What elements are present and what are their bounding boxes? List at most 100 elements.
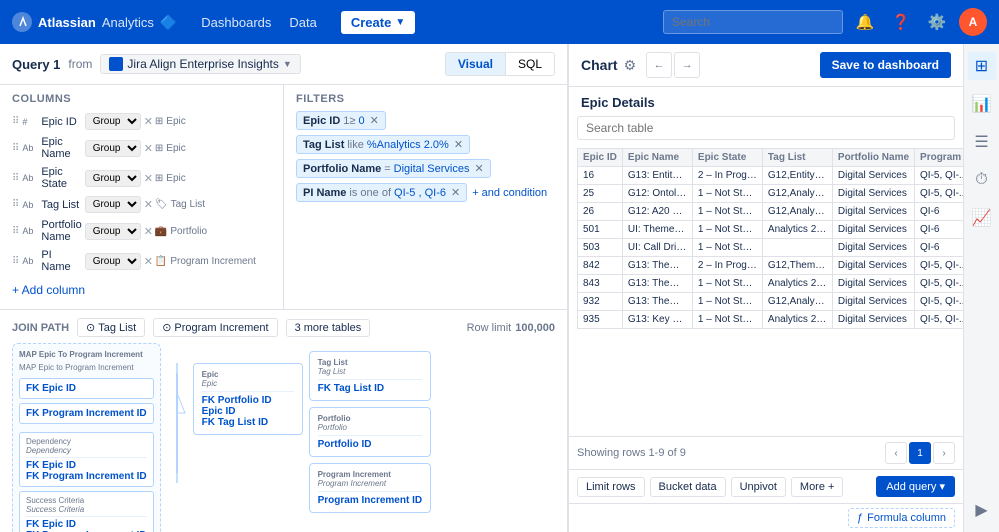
filter-op: like <box>347 139 364 151</box>
create-button[interactable]: Create ▼ <box>341 11 415 34</box>
chart-table-cell: Digital Services <box>832 311 914 329</box>
sidebar-clock-icon[interactable]: ⏱ <box>968 166 996 194</box>
drag-handle-icon[interactable]: ⠿ <box>12 143 19 154</box>
nav-right: 🔔 ❓ ⚙️ A <box>663 8 987 36</box>
chart-nav-buttons: ← → <box>646 52 700 78</box>
col-remove-epic-name[interactable]: ✕ <box>144 142 153 155</box>
chart-table-cell: Digital Services <box>832 185 914 203</box>
drag-handle-icon[interactable]: ⠿ <box>12 173 19 184</box>
chart-table-row[interactable]: 935G13: Key Driv...1 – Not StartedAnalyt… <box>578 311 964 329</box>
chart-table-cell: 932 <box>578 293 623 311</box>
col-group-select-portfolio-name[interactable]: Group <box>85 223 141 240</box>
chart-table-row[interactable]: 842G13: Themes...2 – In ProgressG12,Them… <box>578 257 964 275</box>
col-remove-pi-name[interactable]: ✕ <box>144 255 153 268</box>
filter-remove-icon[interactable]: ✕ <box>370 114 379 127</box>
drag-handle-icon[interactable]: ⠿ <box>12 199 19 210</box>
formula-column-button[interactable]: ƒ Formula column <box>848 508 955 528</box>
add-query-button[interactable]: Add query ▾ <box>876 476 955 497</box>
chart-table-cell: 16 <box>578 167 623 185</box>
chart-table-cell: 2 – In Progress <box>692 257 762 275</box>
sidebar-grid-icon[interactable]: ⊞ <box>968 52 996 80</box>
save-dashboard-button[interactable]: Save to dashboard <box>820 52 951 78</box>
chart-table-row[interactable]: 932G13: Themes...1 – Not StartedG12,Anal… <box>578 293 964 311</box>
tab-sql[interactable]: SQL <box>505 53 554 75</box>
col-remove-tag-list[interactable]: ✕ <box>144 198 153 211</box>
add-column-button[interactable]: + Add column <box>12 279 271 301</box>
filter-pill-pi-name[interactable]: PI Name is one of QI-5 , QI-6 ✕ <box>296 183 467 202</box>
next-page-button[interactable]: › <box>933 442 955 464</box>
nav-search-input[interactable] <box>663 10 843 34</box>
notification-icon[interactable]: 🔔 <box>851 8 879 36</box>
nav-data[interactable]: Data <box>281 11 324 34</box>
col-group-select-tag-list[interactable]: Group <box>85 196 141 213</box>
chart-table-cell: QI-5, QI-... <box>915 185 963 203</box>
chart-table-cell: 935 <box>578 311 623 329</box>
chart-settings-icon[interactable]: ⚙ <box>624 57 637 74</box>
chart-table-cell: UI: Call Drive... <box>622 239 692 257</box>
chart-table-cell: QI-5, QI-... <box>915 293 963 311</box>
search-table-input[interactable] <box>577 116 955 140</box>
col-remove-epic-id[interactable]: ✕ <box>144 115 153 128</box>
sidebar-bar-chart-icon[interactable]: 📊 <box>968 90 996 118</box>
filter-pill-portfolio[interactable]: Portfolio Name = Digital Services ✕ <box>296 159 491 178</box>
drag-handle-icon[interactable]: ⠿ <box>12 256 19 267</box>
nav-dashboards[interactable]: Dashboards <box>193 11 279 34</box>
chart-table-row[interactable]: 26G12: A20 Bas...1 – Not StartedG12,Anal… <box>578 203 964 221</box>
col-group-select-epic-name[interactable]: Group <box>85 140 141 157</box>
chart-table-row[interactable]: 25G12: Ontolog...1 – Not StartedG12,Anal… <box>578 185 964 203</box>
chart-table-cell: G12: A20 Bas... <box>622 203 692 221</box>
column-badge-tag-list: 🏷Tag List <box>155 194 271 215</box>
filter-remove-icon[interactable]: ✕ <box>454 138 463 151</box>
chart-table-cell <box>762 239 832 257</box>
chart-table-cell: Digital Services <box>832 221 914 239</box>
chart-table-cell: 501 <box>578 221 623 239</box>
pagination-bar: Showing rows 1-9 of 9 ‹ 1 › <box>569 436 963 469</box>
page-1-button[interactable]: 1 <box>909 442 931 464</box>
filter-field-label: PI Name <box>303 187 346 199</box>
join-badge-program-increment[interactable]: ⊙Program Increment <box>153 318 277 337</box>
filters-section: Filters Epic ID 1≥ 0 ✕ Tag List like %An… <box>284 85 567 309</box>
chart-table-row[interactable]: 843G13: Themes...1 – Not StartedAnalytic… <box>578 275 964 293</box>
user-avatar[interactable]: A <box>959 8 987 36</box>
datasource-badge[interactable]: Jira Align Enterprise Insights ▼ <box>100 54 300 74</box>
drag-handle-icon[interactable]: ⠿ <box>12 116 19 127</box>
bucket-data-button[interactable]: Bucket data <box>650 477 726 497</box>
col-group-select-epic-id[interactable]: Group <box>85 113 141 130</box>
join-badge-tag-list[interactable]: ⊙Tag List <box>77 318 145 337</box>
more-button[interactable]: More + <box>791 477 844 497</box>
filter-pill-tag-list[interactable]: Tag List like %Analytics 2.0% ✕ <box>296 135 470 154</box>
chart-table-row[interactable]: 16G13: Entity D...2 – In ProgressG12,Ent… <box>578 167 964 185</box>
help-icon[interactable]: ❓ <box>887 8 915 36</box>
row-limit-label: Row limit <box>467 322 512 334</box>
col-group-select-pi-name[interactable]: Group <box>85 253 141 270</box>
settings-icon[interactable]: ⚙️ <box>923 8 951 36</box>
filter-remove-icon[interactable]: ✕ <box>474 162 483 175</box>
filters-label: Filters <box>296 93 555 105</box>
sidebar-collapse-icon[interactable]: ▶ <box>968 496 996 524</box>
chart-forward-button[interactable]: → <box>674 52 700 78</box>
jira-icon <box>109 57 123 71</box>
filter-pill-epic-id[interactable]: Epic ID 1≥ 0 ✕ <box>296 111 386 130</box>
col-group-select-epic-state[interactable]: Group <box>85 170 141 187</box>
col-type-epic-name: Ab <box>22 143 38 153</box>
prev-page-button[interactable]: ‹ <box>885 442 907 464</box>
drag-handle-icon[interactable]: ⠿ <box>12 226 19 237</box>
chart-table-row[interactable]: 503UI: Call Drive...1 – Not StartedDigit… <box>578 239 964 257</box>
col-remove-epic-state[interactable]: ✕ <box>144 172 153 185</box>
chart-table-cell: G12,Entity_DB... <box>762 167 832 185</box>
filter-remove-icon[interactable]: ✕ <box>451 186 460 199</box>
filter-pills: Epic ID 1≥ 0 ✕ Tag List like %Analytics … <box>296 111 555 202</box>
col-remove-portfolio-name[interactable]: ✕ <box>144 225 153 238</box>
limit-rows-button[interactable]: Limit rows <box>577 477 645 497</box>
unpivot-button[interactable]: Unpivot <box>731 477 786 497</box>
sidebar-list-icon[interactable]: ☰ <box>968 128 996 156</box>
chart-table-cell: 25 <box>578 185 623 203</box>
tab-visual[interactable]: Visual <box>446 53 505 75</box>
add-condition-button[interactable]: + and condition <box>472 187 547 199</box>
product-beta-icon: 🔷 <box>160 14 177 31</box>
join-badge-more-tables[interactable]: 3 more tables <box>286 319 371 337</box>
join-path-label: Join path <box>12 322 69 334</box>
sidebar-area-chart-icon[interactable]: 📈 <box>968 204 996 232</box>
chart-table-row[interactable]: 501UI: Theme De...1 – Not StartedAnalyti… <box>578 221 964 239</box>
chart-back-button[interactable]: ← <box>646 52 672 78</box>
